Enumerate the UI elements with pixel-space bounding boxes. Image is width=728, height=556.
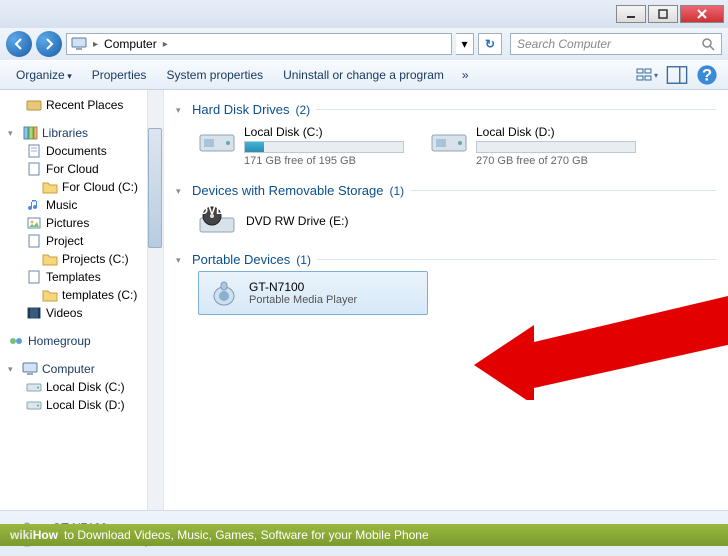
tree-recent-places[interactable]: Recent Places (8, 96, 163, 114)
collapse-icon: ▾ (176, 105, 186, 115)
device-dvd[interactable]: DVD DVD RW Drive (E:) (176, 202, 716, 246)
navigation-tree: Recent Places ▾Libraries Documents For C… (0, 90, 164, 510)
tree-documents[interactable]: Documents (8, 142, 163, 160)
drive-icon (26, 380, 42, 394)
tree-projects-c[interactable]: Projects (C:) (8, 250, 163, 268)
collapse-icon: ▾ (176, 255, 186, 265)
collapse-icon: ▾ (176, 186, 186, 196)
scrollbar-thumb[interactable] (148, 128, 162, 248)
tree-pictures[interactable]: Pictures (8, 214, 163, 232)
tree-local-disk-d[interactable]: Local Disk (D:) (8, 396, 163, 414)
tree-project[interactable]: Project (8, 232, 163, 250)
hdd-icon (430, 125, 468, 155)
help-button[interactable]: ? (696, 64, 718, 86)
breadcrumb-sep: ▸ (163, 39, 168, 50)
music-icon (26, 198, 42, 212)
address-dropdown[interactable]: ▾ (456, 33, 474, 55)
folder-icon (42, 180, 58, 194)
breadcrumb-computer[interactable]: Computer (104, 37, 157, 51)
tree-for-cloud-c[interactable]: For Cloud (C:) (8, 178, 163, 196)
navigation-bar: ▸ Computer ▸ ▾ ↻ Search Computer (0, 28, 728, 60)
dvd-drive-icon: DVD (198, 206, 236, 236)
storage-bar (476, 141, 636, 153)
folder-icon (42, 288, 58, 302)
computer-icon (22, 362, 38, 376)
section-portable[interactable]: ▾ Portable Devices (1) (176, 248, 716, 271)
back-button[interactable] (6, 31, 32, 57)
view-options-button[interactable]: ▾ (636, 64, 658, 86)
preview-pane-button[interactable] (666, 64, 688, 86)
close-button[interactable] (680, 5, 724, 23)
sidebar-scrollbar[interactable] (147, 90, 163, 510)
caption-text: to Download Videos, Music, Games, Softwa… (64, 528, 429, 542)
section-divider (410, 190, 716, 191)
collapse-icon: ▾ (8, 128, 18, 138)
search-icon (701, 37, 715, 51)
section-divider (317, 259, 716, 260)
tree-templates[interactable]: Templates (8, 268, 163, 286)
organize-button[interactable]: Organize (8, 64, 80, 86)
minimize-button[interactable] (616, 5, 646, 23)
maximize-button[interactable] (648, 5, 678, 23)
command-toolbar: Organize Properties System properties Un… (0, 60, 728, 90)
wikihow-logo: wikiHow (10, 528, 58, 542)
tree-templates-c[interactable]: templates (C:) (8, 286, 163, 304)
portable-device-gt-n7100[interactable]: GT-N7100 Portable Media Player (198, 271, 428, 315)
drive-icon (26, 398, 42, 412)
libraries-icon (22, 126, 38, 140)
svg-text:DVD: DVD (199, 206, 225, 217)
breadcrumb-sep: ▸ (93, 39, 98, 50)
tree-homegroup[interactable]: Homegroup (8, 332, 163, 350)
videos-icon (26, 306, 42, 320)
system-properties-button[interactable]: System properties (158, 64, 271, 86)
wikihow-caption: wikiHow to Download Videos, Music, Games… (0, 524, 728, 546)
computer-icon (71, 37, 87, 51)
tree-for-cloud[interactable]: For Cloud (8, 160, 163, 178)
tree-computer[interactable]: ▾Computer (8, 360, 163, 378)
folder-icon (42, 252, 58, 266)
section-divider (316, 109, 716, 110)
recent-icon (26, 98, 42, 112)
content-pane: ▾ Hard Disk Drives (2) Local Disk (C:) 1… (164, 90, 728, 510)
section-removable[interactable]: ▾ Devices with Removable Storage (1) (176, 179, 716, 202)
media-player-icon (209, 278, 239, 308)
storage-bar (244, 141, 404, 153)
refresh-button[interactable]: ↻ (478, 33, 502, 55)
uninstall-button[interactable]: Uninstall or change a program (275, 64, 452, 86)
homegroup-icon (8, 334, 24, 348)
tree-music[interactable]: Music (8, 196, 163, 214)
folder-icon (26, 162, 42, 176)
drive-local-c[interactable]: Local Disk (C:) 171 GB free of 195 GB (198, 125, 404, 167)
documents-icon (26, 144, 42, 158)
search-placeholder: Search Computer (517, 37, 701, 51)
hdd-icon (198, 125, 236, 155)
forward-button[interactable] (36, 31, 62, 57)
annotation-arrow (474, 270, 728, 400)
pictures-icon (26, 216, 42, 230)
collapse-icon: ▾ (8, 364, 18, 374)
folder-icon (26, 270, 42, 284)
tree-libraries[interactable]: ▾Libraries (8, 124, 163, 142)
toolbar-overflow[interactable]: » (456, 68, 475, 82)
tree-local-disk-c[interactable]: Local Disk (C:) (8, 378, 163, 396)
tree-videos[interactable]: Videos (8, 304, 163, 322)
address-bar[interactable]: ▸ Computer ▸ (66, 33, 452, 55)
window-titlebar (0, 0, 728, 28)
search-input[interactable]: Search Computer (510, 33, 722, 55)
folder-icon (26, 234, 42, 248)
drive-local-d[interactable]: Local Disk (D:) 270 GB free of 270 GB (430, 125, 636, 167)
section-hdd[interactable]: ▾ Hard Disk Drives (2) (176, 98, 716, 121)
properties-button[interactable]: Properties (84, 64, 155, 86)
svg-text:?: ? (702, 67, 712, 85)
